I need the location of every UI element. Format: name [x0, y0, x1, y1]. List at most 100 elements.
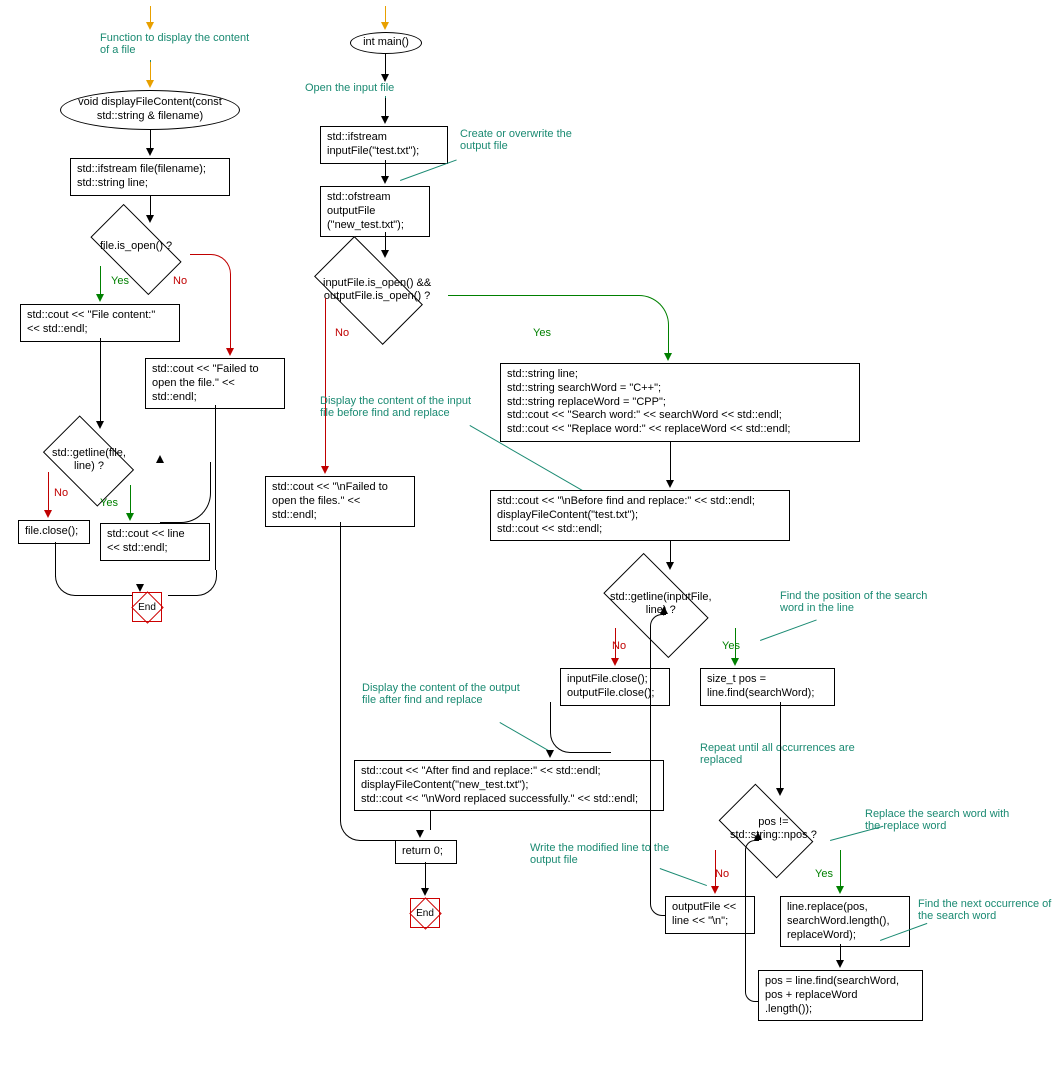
arrow-r-yes2 — [735, 628, 736, 660]
arrowhead-left-e1 — [146, 80, 154, 88]
arrow-r-0 — [385, 54, 386, 76]
annot-before: Display the content of the input file be… — [320, 395, 480, 419]
arrow-r-b3ret2 — [340, 810, 421, 841]
annot-repeat: Repeat until all occurrences are replace… — [700, 742, 870, 766]
arrowhead-left-yes2 — [126, 513, 134, 521]
right-b1: std::ifstream inputFile("test.txt"); — [320, 126, 448, 164]
left-b5: std::cout << line << std::endl; — [100, 523, 210, 561]
arrow-r-1 — [385, 98, 386, 118]
entry-arrowhead-right — [381, 22, 389, 30]
arrow-r-4 — [670, 442, 671, 482]
arrowhead-r-7 — [776, 788, 784, 796]
arrow-left-end1 — [55, 542, 56, 577]
annot-func: Function to display the content of a fil… — [100, 32, 250, 56]
arrowhead-r-no2 — [611, 658, 619, 666]
left-b3: std::cout << "Failed to open the file." … — [145, 358, 285, 409]
arrowhead-r-4 — [666, 480, 674, 488]
annot-replace-line — [830, 826, 883, 841]
arrow-left-end1b — [55, 575, 141, 596]
main-node: int main() — [350, 32, 422, 54]
loop-d2 — [650, 614, 666, 916]
loop-d3 — [745, 840, 759, 1002]
right-yes3: Yes — [815, 868, 833, 880]
annot-replace: Replace the search word with the replace… — [865, 808, 1015, 832]
annot-create: Create or overwrite the output file — [460, 128, 590, 152]
right-b7: size_t pos = line.find(searchWord); — [700, 668, 835, 706]
left-b1: std::ifstream file(filename); std::strin… — [70, 158, 230, 196]
arrow-left-2 — [150, 195, 151, 217]
arrow-r-yes1 — [448, 295, 669, 356]
arrowhead-r-3 — [381, 250, 389, 258]
arrow-left-yes1 — [100, 266, 101, 296]
arrowhead-left-no2 — [44, 510, 52, 518]
arrow-left-b3end2 — [168, 570, 217, 596]
arrow-r-6 — [550, 702, 611, 753]
arrow-r-5 — [670, 540, 671, 564]
right-b10: line.replace(pos, searchWord.length(), r… — [780, 896, 910, 947]
arrow-r-ret1 — [430, 810, 431, 830]
arrow-r-yes3 — [840, 850, 841, 888]
annot-after: Display the content of the output file a… — [362, 682, 522, 706]
arrowhead-r-end — [421, 888, 429, 896]
right-no3: No — [715, 868, 729, 880]
left-b4: file.close(); — [18, 520, 90, 544]
left-b2: std::cout << "File content:" << std::end… — [20, 304, 180, 342]
annot-open: Open the input file — [305, 82, 394, 94]
annot-findpos-line — [760, 619, 817, 640]
arrow-left-yes2 — [130, 485, 131, 515]
arrow-left-3 — [100, 338, 101, 423]
left-yes2: Yes — [100, 497, 118, 509]
left-no2: No — [54, 487, 68, 499]
arrowhead-r-8 — [836, 960, 844, 968]
arrow-left-no1b — [230, 320, 231, 350]
arrowhead-r-yes2 — [731, 658, 739, 666]
right-ret: return 0; — [395, 840, 457, 864]
loop-d2-head — [660, 606, 668, 614]
arrowhead-r-no3 — [711, 886, 719, 894]
arrowhead-left-2 — [146, 215, 154, 223]
right-yes2: Yes — [722, 640, 740, 652]
left-end: End — [132, 592, 162, 622]
arrow-left-no2 — [48, 472, 49, 512]
annot-after-line — [500, 722, 552, 753]
arrowhead-left-yes1 — [96, 294, 104, 302]
arrow-r-3 — [385, 232, 386, 252]
arrowhead-r-2 — [381, 176, 389, 184]
right-b5: std::cout << "\nBefore find and replace:… — [490, 490, 790, 541]
right-b11: pos = line.find(searchWord, pos + replac… — [758, 970, 923, 1021]
arrowhead-r-1 — [381, 116, 389, 124]
loop-d3-head — [754, 832, 762, 840]
right-b2: std::ofstream outputFile ("new_test.txt"… — [320, 186, 430, 237]
arrowhead-r-6 — [546, 750, 554, 758]
arrow-r-no2 — [615, 628, 616, 660]
right-no1: No — [335, 327, 349, 339]
arrowhead-left-no1 — [226, 348, 234, 356]
loop-left — [160, 462, 211, 523]
arrowhead-r-no1 — [321, 466, 329, 474]
right-b8: std::cout << "After find and replace:" <… — [354, 760, 664, 811]
annot-write-line — [660, 868, 707, 886]
arrowhead-r-5 — [666, 562, 674, 570]
arrow-r-end — [425, 862, 426, 890]
arrowhead-r-ret — [416, 830, 424, 838]
arrowhead-r-0 — [381, 74, 389, 82]
right-end: End — [410, 898, 440, 928]
arrowhead-left-3 — [96, 421, 104, 429]
arrow-left-b3end — [215, 405, 216, 570]
arrow-left-e1 — [150, 62, 151, 82]
arrowhead-r-yes1 — [664, 353, 672, 361]
right-b3: std::cout << "\nFailed to open the files… — [265, 476, 415, 527]
annot-findnext: Find the next occurrence of the search w… — [918, 898, 1063, 922]
arrowhead-left-1 — [146, 148, 154, 156]
arrow-left-1 — [150, 130, 151, 150]
left-no1: No — [173, 275, 187, 287]
arrow-r-no3 — [715, 850, 716, 888]
entry-arrowhead-left — [146, 22, 154, 30]
right-b4: std::string line; std::string searchWord… — [500, 363, 860, 442]
arrowhead-left-end1 — [136, 584, 144, 592]
arrow-r-no1 — [325, 298, 326, 468]
func-decl: void displayFileContent(const std::strin… — [60, 90, 240, 130]
arrowhead-r-yes3 — [836, 886, 844, 894]
loop-left-head — [156, 455, 164, 463]
arrow-r-b3ret — [340, 522, 341, 812]
